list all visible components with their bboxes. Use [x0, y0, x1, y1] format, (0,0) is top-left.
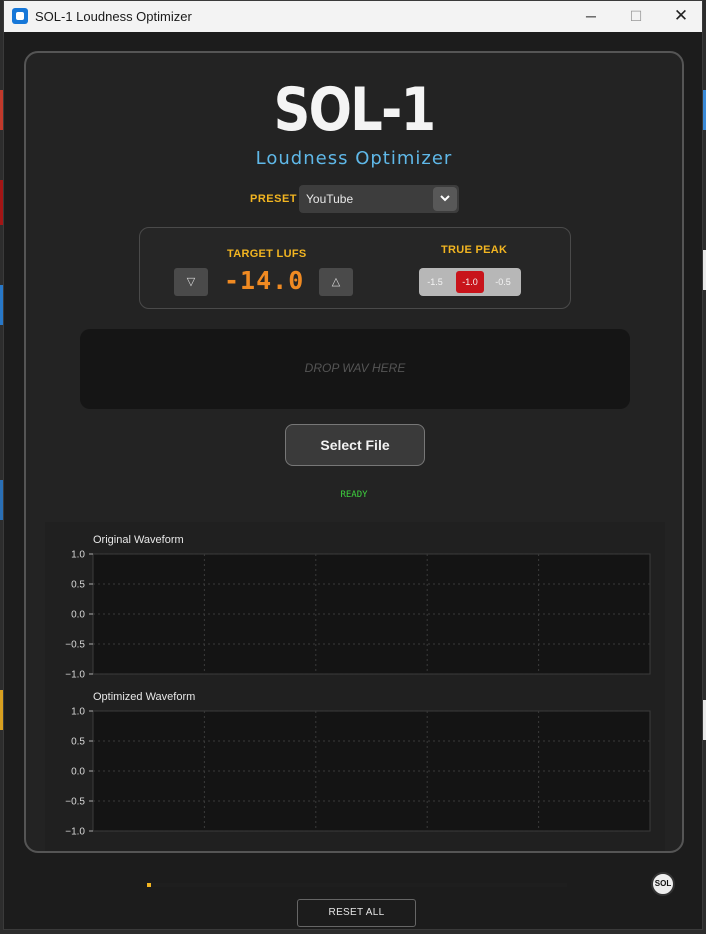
lufs-value: -14.0	[224, 266, 305, 295]
loudness-settings-box: TARGET LUFS ▽ -14.0 △ TRUE PEAK -1.5 -1.…	[139, 227, 571, 309]
true-peak-option-selected[interactable]: -1.0	[456, 271, 484, 293]
minimize-button[interactable]: ─	[568, 1, 614, 32]
true-peak-label: TRUE PEAK	[441, 244, 508, 256]
wav-drop-zone[interactable]: DROP WAV HERE	[80, 329, 630, 409]
maximize-button[interactable]: ☐	[613, 1, 659, 32]
chevron-down-icon[interactable]	[433, 187, 457, 211]
original-waveform-title: Original Waveform	[93, 534, 184, 546]
y-tick-label: −1.0	[65, 670, 85, 681]
app-logo: SOL-1	[273, 75, 436, 145]
y-tick-label: 0.5	[71, 580, 85, 591]
app-window: SOL-1 Loudness Optimizer ─ ☐ ✕ SOL-1 Lou…	[3, 0, 703, 930]
window-title: SOL-1 Loudness Optimizer	[35, 9, 192, 24]
progress-bar	[147, 883, 567, 887]
y-tick-label: −0.5	[65, 797, 85, 808]
progress-fill	[147, 883, 152, 887]
waveform-plots: Original Waveform 1.0 0.5 0.0 −0.5 −1.0 Opti…	[45, 522, 665, 851]
y-tick-label: 0.0	[71, 610, 85, 621]
app-icon	[12, 8, 28, 24]
app-subtitle: Loudness Optimizer	[255, 148, 453, 169]
original-waveform-chart: 1.0 0.5 0.0 −0.5 −1.0	[65, 550, 651, 681]
target-lufs-label: TARGET LUFS	[227, 248, 307, 260]
drop-zone-text: DROP WAV HERE	[304, 361, 406, 375]
main-panel: SOL-1 Loudness Optimizer PRESET YouTube …	[24, 51, 684, 853]
y-tick-label: 1.0	[71, 707, 85, 718]
lufs-decrease-button[interactable]: ▽	[174, 268, 208, 296]
true-peak-option[interactable]: -0.5	[489, 271, 517, 293]
plot-area	[92, 553, 651, 675]
plot-area	[92, 710, 651, 832]
status-text: READY	[340, 490, 368, 500]
reset-all-button[interactable]: RESET ALL	[297, 899, 416, 927]
title-bar[interactable]: SOL-1 Loudness Optimizer ─ ☐ ✕	[4, 1, 702, 32]
preset-dropdown[interactable]: YouTube	[299, 185, 459, 213]
y-tick-label: 1.0	[71, 550, 85, 561]
sol-badge-logo: SOL	[651, 872, 675, 896]
true-peak-selector: -1.5 -1.0 -0.5	[419, 268, 521, 296]
lufs-increase-button[interactable]: △	[319, 268, 353, 296]
y-tick-label: 0.5	[71, 737, 85, 748]
preset-label: PRESET	[250, 193, 298, 205]
close-button[interactable]: ✕	[658, 1, 704, 32]
true-peak-option[interactable]: -1.5	[421, 271, 449, 293]
y-tick-label: −1.0	[65, 827, 85, 838]
optimized-waveform-title: Optimized Waveform	[93, 691, 196, 703]
y-tick-label: 0.0	[71, 767, 85, 778]
select-file-button[interactable]: Select File	[285, 424, 425, 466]
preset-value: YouTube	[306, 192, 354, 206]
optimized-waveform-chart: 1.0 0.5 0.0 −0.5 −1.0	[65, 707, 651, 838]
y-tick-label: −0.5	[65, 640, 85, 651]
